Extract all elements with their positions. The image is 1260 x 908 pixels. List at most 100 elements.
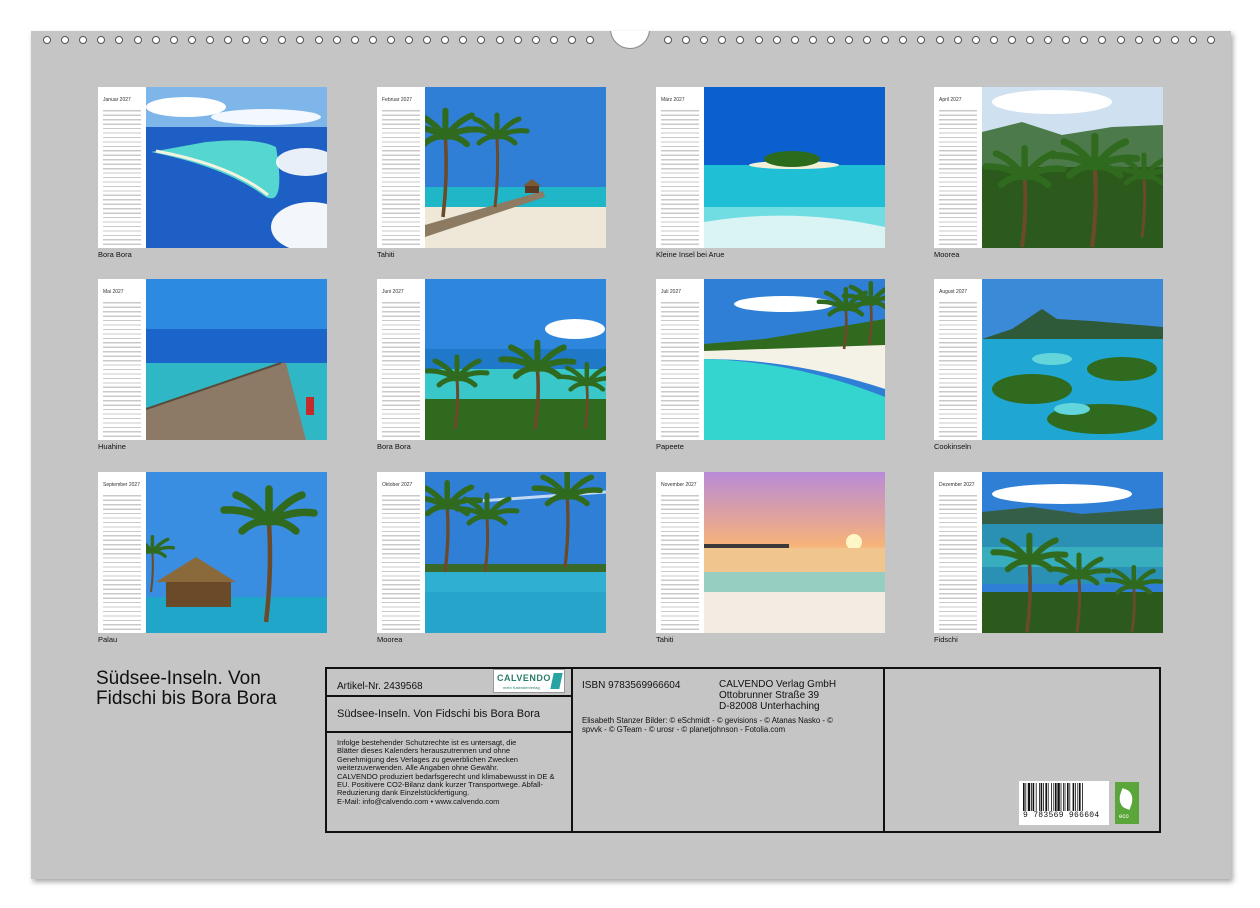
binding-ring	[1062, 36, 1071, 44]
day-lines	[661, 299, 699, 437]
month-calendar-strip: September 2027	[98, 472, 146, 633]
binding-ring	[224, 36, 232, 44]
binding-ring	[441, 36, 450, 44]
month-page: März 2027 Kleine Insel bei Arue	[656, 87, 885, 263]
month-page: Januar 2027 Bora Bora	[98, 87, 327, 263]
month-calendar-strip: Oktober 2027	[377, 472, 425, 633]
binding-ring	[899, 36, 908, 44]
month-calendar-strip: Februar 2027	[377, 87, 425, 248]
month-calendar-strip: Januar 2027	[98, 87, 146, 248]
month-photo	[146, 279, 327, 440]
binding-ring	[935, 36, 944, 44]
binding-ring	[772, 36, 781, 44]
binding-ring	[115, 36, 124, 44]
binding-ring	[1134, 36, 1143, 44]
binding-ring	[151, 36, 160, 44]
photo-caption: Huahine	[98, 442, 126, 451]
binding-ring	[549, 36, 558, 44]
binding-ring	[989, 36, 998, 44]
month-name: Februar 2027	[382, 97, 413, 103]
month-page: Juli 2027 Papeete	[656, 279, 885, 455]
month-calendar-strip: Dezember 2027	[934, 472, 982, 633]
binding-ring	[1116, 36, 1125, 44]
month-page: Oktober 2027 Moorea	[377, 472, 606, 648]
month-calendar-strip: April 2027	[934, 87, 982, 248]
month-photo	[704, 279, 885, 440]
photo-caption: Bora Bora	[377, 442, 411, 451]
month-name: Juni 2027	[382, 289, 404, 295]
binding-ring	[242, 36, 251, 44]
binding-ring	[682, 36, 691, 44]
month-photo	[704, 87, 885, 248]
eco-label: eco	[1119, 814, 1129, 820]
day-lines	[939, 492, 977, 630]
binding-ring	[808, 36, 817, 44]
month-photo	[146, 472, 327, 633]
photo-caption: Tahiti	[656, 635, 674, 644]
day-lines	[382, 492, 420, 630]
text-line: D-82008 Unterhaching	[719, 701, 820, 712]
leaf-icon	[1116, 788, 1136, 810]
binding-ring	[97, 36, 106, 44]
binding-ring	[1026, 36, 1034, 44]
binding-ring	[1207, 36, 1215, 44]
binding-ring	[664, 36, 672, 44]
text-line: Elisabeth Stanzer Bilder: © eSchmidt - ©…	[582, 716, 833, 725]
month-name: Juli 2027	[661, 289, 682, 295]
photo-credits: Elisabeth Stanzer Bilder: © eSchmidt - ©…	[582, 716, 833, 734]
eco-badge: eco	[1115, 782, 1139, 824]
binding-ring	[278, 36, 287, 44]
month-page: Juni 2027 Bora Bora	[377, 279, 606, 455]
binding-ring	[187, 36, 196, 44]
binding-ring	[459, 36, 468, 44]
binding-ring	[718, 36, 727, 44]
binding-ring	[495, 36, 504, 44]
binding-ring	[1152, 36, 1161, 44]
binding-ring	[350, 36, 359, 44]
month-page: Dezember 2027 Fidschi	[934, 472, 1163, 648]
binding-ring	[296, 36, 305, 44]
text-line: spvvk - © GTeam - © urosr - © planetjohn…	[582, 725, 786, 734]
binding-ring	[61, 36, 70, 44]
month-photo	[425, 472, 606, 633]
month-photo	[425, 87, 606, 248]
binding-ring	[386, 36, 395, 44]
calendar-sheet: Januar 2027 Bora Bora Februar 2027 Tahit…	[31, 31, 1231, 879]
barcode-digits: 9 783569 966604	[1023, 811, 1100, 820]
binding-ring	[881, 36, 890, 44]
photo-caption: Moorea	[377, 635, 403, 644]
text-line: Ottobrunner Straße 39	[719, 690, 820, 701]
month-page: November 2027 Tahiti	[656, 472, 885, 648]
day-lines	[939, 107, 977, 245]
binding-ring	[531, 36, 540, 44]
month-photo	[704, 472, 885, 633]
publisher-address: CALVENDO Verlag GmbH Ottobrunner Straße 3…	[719, 679, 836, 712]
day-lines	[661, 492, 699, 630]
binding-ring	[1007, 36, 1016, 44]
day-lines	[103, 492, 141, 630]
month-page: Februar 2027 Tahiti	[377, 87, 606, 263]
binding-ring	[845, 36, 853, 44]
isbn: ISBN 9783569966604	[582, 680, 681, 691]
binding-ring	[314, 36, 323, 44]
month-photo	[982, 472, 1163, 633]
binding-ring	[790, 36, 799, 44]
month-calendar-strip: August 2027	[934, 279, 982, 440]
calvendo-logo: CALVENDO mein Kalenderverlag	[493, 669, 565, 693]
divider	[325, 731, 573, 733]
month-calendar-strip: März 2027	[656, 87, 704, 248]
month-name: März 2027	[661, 97, 685, 103]
month-calendar-strip: November 2027	[656, 472, 704, 633]
month-name: Mai 2027	[103, 289, 124, 295]
binding-ring	[477, 36, 486, 44]
month-photo	[146, 87, 327, 248]
logo-tagline: mein Kalenderverlag	[503, 685, 540, 690]
day-lines	[661, 107, 699, 245]
binding-ring	[205, 36, 214, 44]
binding-ring	[1044, 36, 1053, 44]
day-lines	[103, 107, 141, 245]
photo-caption: Fidschi	[934, 635, 958, 644]
binding-ring	[754, 36, 763, 44]
month-page: Mai 2027 Huahine	[98, 279, 327, 455]
binding-ring	[1170, 36, 1179, 44]
